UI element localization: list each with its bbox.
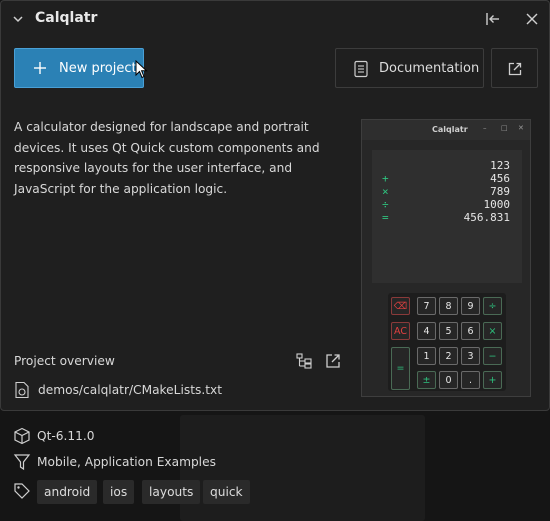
category-label: Mobile, Application Examples	[37, 455, 216, 469]
collapse-left-icon[interactable]	[482, 9, 502, 29]
project-overview-label: Project overview	[14, 354, 115, 368]
tag-quick[interactable]: quick	[203, 480, 250, 504]
digit-key: 2	[439, 347, 458, 365]
preview-titlebar: Calqlatr – □ ✕	[362, 120, 530, 140]
tag-ios[interactable]: ios	[103, 480, 135, 504]
preview-window-title: Calqlatr	[432, 125, 468, 134]
sign-key: ±	[417, 371, 436, 389]
open-external-button[interactable]	[491, 48, 538, 88]
mouse-pointer-icon	[135, 60, 148, 79]
display-line: 123	[372, 159, 522, 172]
divide-key: ÷	[483, 297, 502, 315]
package-cube-icon	[14, 427, 30, 445]
document-icon	[354, 60, 368, 78]
tag-icon	[14, 483, 30, 499]
documentation-label: Documentation	[379, 61, 480, 76]
chevron-down-icon[interactable]	[11, 12, 25, 26]
panel-header: Calqlatr	[1, 1, 549, 37]
external-link-icon	[508, 62, 522, 76]
plus-icon	[34, 62, 46, 74]
qt-version-label: Qt-6.11.0	[37, 429, 95, 443]
digit-key: 1	[417, 347, 436, 365]
clear-key: AC	[391, 322, 410, 340]
calculator-display: 123 + 456 × 789 ÷ 1000 = 456.831	[372, 150, 522, 283]
calculator-keypad: ⌫ AC = 7 8 9 ÷ 4 5 6 × 1 2 3 − ± 0 . +	[388, 293, 506, 391]
display-number: 456.831	[463, 211, 510, 224]
digit-key: 0	[439, 371, 458, 389]
tree-view-icon[interactable]	[295, 352, 313, 370]
close-icon[interactable]	[522, 9, 542, 29]
display-operator: ÷	[382, 198, 389, 211]
digit-key: 8	[439, 297, 458, 315]
backspace-key: ⌫	[391, 297, 410, 315]
display-number: 1000	[483, 198, 511, 211]
display-line: = 456.831	[372, 211, 522, 224]
digit-key: 4	[417, 322, 436, 340]
digit-key: 9	[461, 297, 480, 315]
display-operator: ×	[382, 185, 389, 198]
cmake-file-icon	[15, 381, 29, 399]
digit-key: 6	[461, 322, 480, 340]
filter-icon	[13, 454, 31, 471]
display-line: × 789	[372, 185, 522, 198]
background-card	[180, 415, 425, 521]
minimize-icon: –	[483, 124, 487, 132]
documentation-button[interactable]: Documentation	[335, 48, 484, 88]
example-preview-image: Calqlatr – □ ✕ 123 + 456 × 789 ÷ 1000 = …	[361, 119, 531, 397]
example-detail-panel: Calqlatr New project Documentation A cal…	[0, 0, 550, 411]
example-description: A calculator designed for landscape and …	[14, 120, 320, 196]
digit-key: 5	[439, 322, 458, 340]
equals-key: =	[391, 347, 410, 390]
external-link-icon[interactable]	[324, 352, 342, 370]
multiply-key: ×	[483, 322, 502, 340]
display-operator: +	[382, 172, 389, 185]
digit-key: 7	[417, 297, 436, 315]
decimal-key: .	[461, 371, 480, 389]
display-operator: =	[382, 211, 389, 224]
display-line: + 456	[372, 172, 522, 185]
display-line: ÷ 1000	[372, 198, 522, 211]
project-file-link[interactable]: demos/calqlatr/CMakeLists.txt	[38, 383, 222, 397]
close-icon: ✕	[518, 124, 524, 132]
add-key: +	[483, 371, 502, 389]
tag-android[interactable]: android	[37, 480, 98, 504]
new-project-button[interactable]: New project	[14, 48, 144, 88]
maximize-icon: □	[501, 124, 508, 132]
new-project-label: New project	[59, 61, 137, 76]
display-number: 123	[490, 159, 510, 172]
panel-title: Calqlatr	[35, 10, 98, 26]
display-number: 789	[490, 185, 510, 198]
display-number: 456	[490, 172, 510, 185]
subtract-key: −	[483, 347, 502, 365]
digit-key: 3	[461, 347, 480, 365]
tag-layouts[interactable]: layouts	[142, 480, 201, 504]
